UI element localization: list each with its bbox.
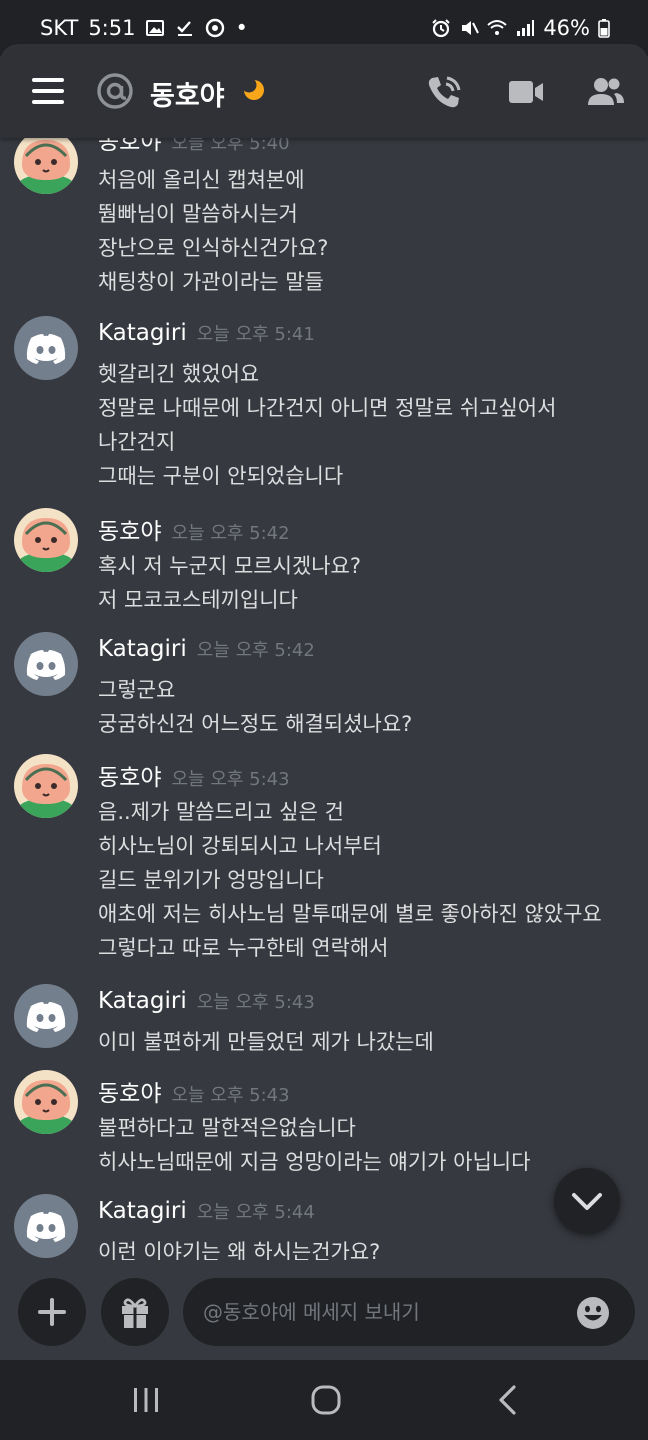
avatar[interactable] xyxy=(14,984,78,1048)
message-author[interactable]: Katagiri 오늘 오후 5:44 xyxy=(98,1198,315,1224)
avatar[interactable] xyxy=(14,316,78,380)
message-author[interactable]: 동호야 오늘 오후 5:42 xyxy=(98,512,290,546)
status-dot: • xyxy=(235,16,248,40)
wifi-icon xyxy=(487,20,507,35)
message-timestamp: 오늘 오후 5:42 xyxy=(196,640,315,661)
message-text: 히사노님이 강퇴되시고 나서부터 xyxy=(98,834,382,858)
message-text: 채팅창이 가관이라는 말들 xyxy=(98,270,324,294)
message-timestamp: 오늘 오후 5:44 xyxy=(196,1202,315,1223)
carrier-label: SKT xyxy=(40,16,79,40)
message-author[interactable]: Katagiri 오늘 오후 5:42 xyxy=(98,636,315,662)
message-text: 그렇군요 xyxy=(98,678,176,702)
system-nav-bar xyxy=(0,1360,648,1440)
message-text: 애초에 저는 히사노님 말투때문에 별로 좋아하진 않았구요 xyxy=(98,902,602,926)
home-icon[interactable] xyxy=(306,1380,346,1420)
message-text: 저 모코코스테끼입니다 xyxy=(98,588,298,612)
message-timestamp: 오늘 오후 5:42 xyxy=(171,523,290,544)
check-list-icon xyxy=(177,21,193,36)
message-text: 정말로 나때문에 나간건지 아니면 정말로 쉬고싶어서 xyxy=(98,396,557,420)
call-icon[interactable] xyxy=(424,72,464,112)
message-timestamp: 오늘 오후 5:41 xyxy=(196,324,315,345)
recent-apps-icon[interactable] xyxy=(126,1380,166,1420)
signal-icon xyxy=(517,20,535,36)
message-timestamp: 오늘 오후 5:43 xyxy=(171,769,290,790)
avatar[interactable] xyxy=(14,1070,78,1134)
add-attachment-button[interactable] xyxy=(18,1278,86,1346)
avatar[interactable] xyxy=(14,138,78,194)
video-icon[interactable] xyxy=(506,72,546,112)
message-text: 장난으로 인식하신건가요? xyxy=(98,236,329,260)
message-text: 이미 불편하게 만들었던 제가 나갔는데 xyxy=(98,1030,434,1054)
message-author[interactable]: 동호야 오늘 오후 5:43 xyxy=(98,1074,290,1108)
message-text: 뛈빠님이 말씀하시는거 xyxy=(98,202,298,226)
menu-icon[interactable] xyxy=(32,78,64,104)
message-text: 나간건지 xyxy=(98,430,176,454)
message-text: 음..제가 말씀드리고 싶은 건 xyxy=(98,800,344,824)
scroll-to-bottom-button[interactable] xyxy=(554,1168,620,1234)
message-text: 길드 분위기가 엉망입니다 xyxy=(98,868,324,892)
message-text: 헷갈리긴 했었어요 xyxy=(98,362,260,386)
battery-icon xyxy=(598,19,610,38)
message-timestamp: 오늘 오후 5:43 xyxy=(171,1085,290,1106)
message-text: 불편하다고 말한적은없습니다 xyxy=(98,1116,356,1140)
message-author[interactable]: 동호야 오늘 오후 5:40 xyxy=(98,138,290,156)
message-author[interactable]: Katagiri 오늘 오후 5:43 xyxy=(98,988,315,1014)
status-time: 5:51 xyxy=(88,16,136,40)
composer-bar xyxy=(0,1262,648,1360)
message-text: 그렇다고 따로 누구한테 연락해서 xyxy=(98,936,389,960)
gallery-icon xyxy=(146,20,165,36)
battery-percent: 46% xyxy=(543,16,590,40)
message-timestamp: 오늘 오후 5:43 xyxy=(196,992,315,1013)
message-text: 혹시 저 누군지 모르시겠나요? xyxy=(98,554,362,578)
emoji-icon[interactable] xyxy=(576,1296,610,1330)
message-text: 이런 이야기는 왜 하시는건가요? xyxy=(98,1240,381,1260)
message-text: 궁굼하신건 어느정도 해결되셨나요? xyxy=(98,712,413,736)
avatar[interactable] xyxy=(14,508,78,572)
message-list[interactable]: 동호야 오늘 오후 5:40 처음에 올리신 캡쳐본에 뛈빠님이 말씀하시는거 장… xyxy=(0,138,648,1260)
message-text: 히사노님때문에 지금 엉망이라는 얘기가 아닙니다 xyxy=(98,1150,531,1174)
dm-title: 동호야 xyxy=(150,81,225,112)
members-icon[interactable] xyxy=(586,72,626,112)
channel-header: 동호야 xyxy=(0,44,648,138)
message-author[interactable]: 동호야 오늘 오후 5:43 xyxy=(98,758,290,792)
moon-icon xyxy=(242,78,264,100)
message-author[interactable]: Katagiri 오늘 오후 5:41 xyxy=(98,320,315,346)
message-timestamp: 오늘 오후 5:40 xyxy=(171,138,290,154)
alarm-icon xyxy=(432,19,451,38)
avatar[interactable] xyxy=(14,1194,78,1258)
message-text: 그때는 구분이 안되었습니다 xyxy=(98,464,344,488)
chrome-icon xyxy=(206,18,225,38)
mute-icon xyxy=(462,21,480,35)
gift-button[interactable] xyxy=(101,1278,169,1346)
avatar[interactable] xyxy=(14,632,78,696)
back-icon[interactable] xyxy=(488,1380,528,1420)
message-input[interactable] xyxy=(183,1278,635,1346)
chevron-down-icon xyxy=(572,1193,602,1210)
at-icon xyxy=(97,73,133,109)
message-text: 처음에 올리신 캡쳐본에 xyxy=(98,168,305,192)
plus-icon xyxy=(38,1298,66,1326)
avatar[interactable] xyxy=(14,754,78,818)
gift-icon xyxy=(122,1298,148,1328)
